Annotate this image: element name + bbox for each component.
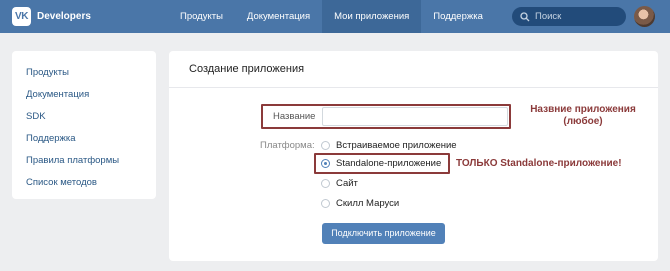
search-box[interactable] [512,7,626,26]
logo[interactable]: VK Developers [12,7,91,26]
connect-app-button[interactable]: Подключить приложение [322,223,445,244]
platform-option-site[interactable]: Сайт [321,178,358,189]
sidebar: Продукты Документация SDK Поддержка Прав… [12,51,156,199]
name-annotation-line1: Назвние приложения [530,104,636,115]
platform-label: Платформа: [260,140,315,151]
vk-logo-icon: VK [12,7,31,26]
nav-item-docs[interactable]: Документация [235,0,322,33]
nav-item-support[interactable]: Поддержка [421,0,495,33]
search-input[interactable] [535,11,620,22]
platform-option-label: Standalone-приложение [336,158,442,169]
create-app-panel: Создание приложения Название Назвние при… [169,51,658,261]
top-bar: VK Developers Продукты Документация Мои … [0,0,670,33]
platform-option-embedded[interactable]: Встраиваемое приложение [321,140,457,151]
sidebar-item-support[interactable]: Поддержка [12,128,156,150]
platform-option-marusia[interactable]: Скилл Маруси [321,198,399,209]
sidebar-item-rules[interactable]: Правила платформы [12,150,156,172]
name-annotation-line2: (любое) [563,116,603,127]
nav-item-products[interactable]: Продукты [168,0,235,33]
radio-button[interactable] [321,199,330,208]
platform-option-standalone[interactable]: Standalone-приложение [321,158,441,169]
search-icon [520,11,530,21]
avatar[interactable] [634,6,655,27]
sidebar-item-docs[interactable]: Документация [12,84,156,106]
sidebar-item-methods[interactable]: Список методов [12,172,156,194]
platform-option-label: Сайт [336,178,358,189]
page-title: Создание приложения [169,51,658,88]
logo-text: Developers [37,11,91,22]
platform-option-label: Встраиваемое приложение [336,140,457,151]
nav-item-my-apps[interactable]: Мои приложения [322,0,422,33]
app-name-input[interactable] [322,107,508,126]
standalone-annotation: ТОЛЬКО Standalone-приложение! [456,158,622,169]
name-label: Название [273,111,316,122]
name-annotation: Назвние приложения (любое) [513,104,653,128]
radio-button[interactable] [321,141,330,150]
radio-button[interactable] [321,179,330,188]
radio-button-checked[interactable] [321,159,330,168]
name-highlight-box: Название [261,104,511,129]
sidebar-item-sdk[interactable]: SDK [12,106,156,128]
top-nav: Продукты Документация Мои приложения Под… [168,0,495,33]
sidebar-item-products[interactable]: Продукты [12,62,156,84]
platform-option-label: Скилл Маруси [336,198,400,209]
